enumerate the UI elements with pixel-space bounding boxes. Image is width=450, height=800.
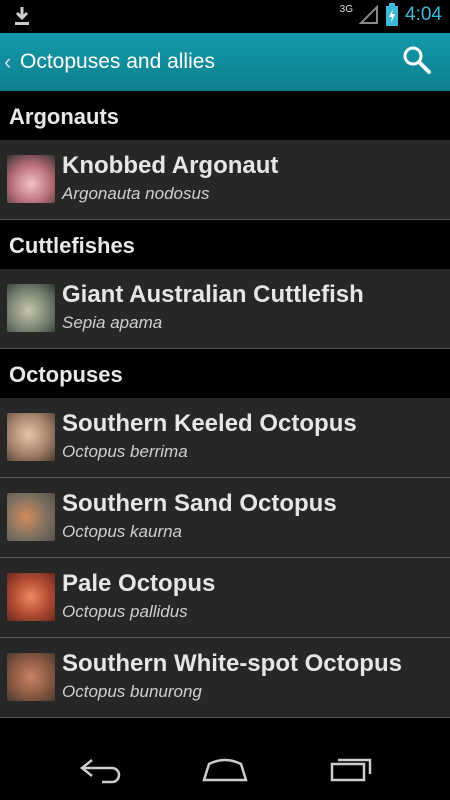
item-name: Southern White-spot Octopus xyxy=(62,650,402,677)
page-title[interactable]: Octopuses and allies xyxy=(20,50,215,74)
list-item[interactable]: Pale Octopus Octopus pallidus xyxy=(0,558,450,638)
action-bar: ‹ Octopuses and allies xyxy=(0,33,450,91)
thumbnail-image xyxy=(7,653,55,701)
thumbnail-image xyxy=(7,155,55,203)
item-name: Southern Keeled Octopus xyxy=(62,410,357,437)
list-item[interactable]: Southern Sand Octopus Octopus kaurna xyxy=(0,478,450,558)
section-header-octopuses: Octopuses xyxy=(0,349,450,398)
item-scientific-name: Octopus kaurna xyxy=(62,522,183,541)
item-scientific-name: Argonauta nodosus xyxy=(62,184,210,203)
item-name: Giant Australian Cuttlefish xyxy=(62,281,364,308)
list-item[interactable]: Knobbed Argonaut Argonauta nodosus xyxy=(0,140,450,220)
recent-apps-icon[interactable] xyxy=(328,756,374,784)
section-header-argonauts: Argonauts xyxy=(0,91,450,140)
species-list: Argonauts Knobbed Argonaut Argonauta nod… xyxy=(0,91,450,741)
signal-icon xyxy=(359,5,379,24)
battery-charging-icon xyxy=(386,3,399,26)
item-scientific-name: Octopus pallidus xyxy=(62,602,188,621)
item-name: Southern Sand Octopus xyxy=(62,490,337,517)
back-chevron-icon[interactable]: ‹ xyxy=(4,49,18,75)
navigation-bar xyxy=(0,741,450,800)
search-icon[interactable] xyxy=(402,45,432,75)
download-icon xyxy=(15,7,29,25)
thumbnail-image xyxy=(7,284,55,332)
item-scientific-name: Sepia apama xyxy=(62,313,163,332)
list-item[interactable]: Giant Australian Cuttlefish Sepia apama xyxy=(0,269,450,349)
item-name: Pale Octopus xyxy=(62,570,216,597)
item-name: Knobbed Argonaut xyxy=(62,152,279,179)
item-scientific-name: Octopus berrima xyxy=(62,442,188,461)
list-item[interactable]: Southern Keeled Octopus Octopus berrima xyxy=(0,398,450,478)
thumbnail-image xyxy=(7,573,55,621)
home-icon[interactable] xyxy=(201,756,249,784)
clock: 4:04 xyxy=(405,4,442,25)
section-header-cuttlefishes: Cuttlefishes xyxy=(0,220,450,269)
list-item[interactable]: Southern White-spot Octopus Octopus bunu… xyxy=(0,638,450,718)
item-scientific-name: Octopus bunurong xyxy=(62,682,202,701)
status-bar: 3G 4:04 xyxy=(0,0,450,33)
thumbnail-image xyxy=(7,493,55,541)
back-icon[interactable] xyxy=(78,756,124,784)
thumbnail-image xyxy=(7,413,55,461)
network-type: 3G xyxy=(339,3,354,15)
